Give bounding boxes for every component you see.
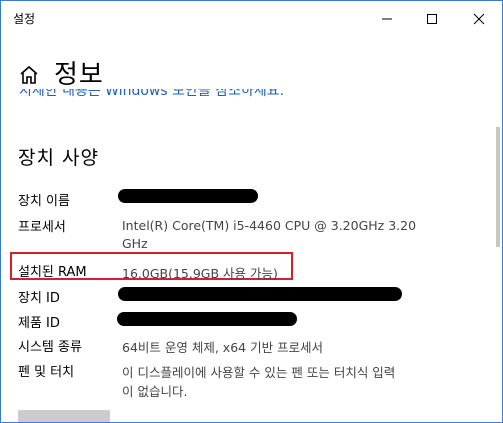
processor-value-cont: GHz	[122, 236, 148, 251]
minimize-icon	[382, 18, 392, 20]
security-link[interactable]: 지세한 내용은 Windows 보안을 참조하세요.	[19, 89, 489, 105]
product-id-label: 제품 ID	[18, 316, 60, 331]
ram-value: 16.0GB(15.9GB 사용 가능)	[122, 266, 278, 281]
minimize-button[interactable]	[364, 1, 410, 37]
processor-label: 프로세서	[18, 220, 66, 235]
close-icon	[473, 13, 485, 25]
home-button[interactable]	[18, 64, 40, 86]
system-type-label: 시스템 종류	[18, 340, 82, 355]
pen-touch-value-cont: 이 없습니다.	[122, 384, 188, 399]
device-name-label: 장치 이름	[18, 194, 70, 209]
product-id-redacted	[117, 312, 297, 326]
maximize-button[interactable]	[409, 1, 455, 37]
pen-touch-value: 이 디스플레이에 사용할 수 있는 펜 또는 터치식 입력	[122, 365, 396, 380]
device-name-redacted	[118, 189, 258, 203]
security-link-text: 지세한 내용은 Windows 보안을 참조하세요.	[19, 89, 285, 99]
pen-touch-label: 펜 및 터치	[18, 365, 75, 380]
home-icon	[20, 65, 38, 84]
close-button[interactable]	[456, 1, 502, 37]
section-title: 장치 사양	[18, 147, 99, 169]
device-id-redacted	[118, 287, 402, 301]
scrollbar[interactable]	[496, 127, 500, 247]
processor-value: Intel(R) Core(TM) i5-4460 CPU @ 3.20GHz …	[122, 218, 417, 233]
ram-label: 설치된 RAM	[18, 265, 87, 280]
copy-button[interactable]	[18, 410, 110, 422]
title-bar[interactable]: 설정	[1, 1, 502, 37]
device-id-label: 장치 ID	[18, 291, 60, 306]
settings-window: 설정 정보 지세한 내용은 Windows 보안을 참조하세요. 장치 사양 장…	[0, 0, 503, 423]
maximize-icon	[427, 14, 437, 24]
window-title: 설정	[13, 12, 36, 26]
page-title: 정보	[54, 60, 104, 90]
system-type-value: 64비트 운영 체제, x64 기반 프로세서	[122, 340, 324, 355]
